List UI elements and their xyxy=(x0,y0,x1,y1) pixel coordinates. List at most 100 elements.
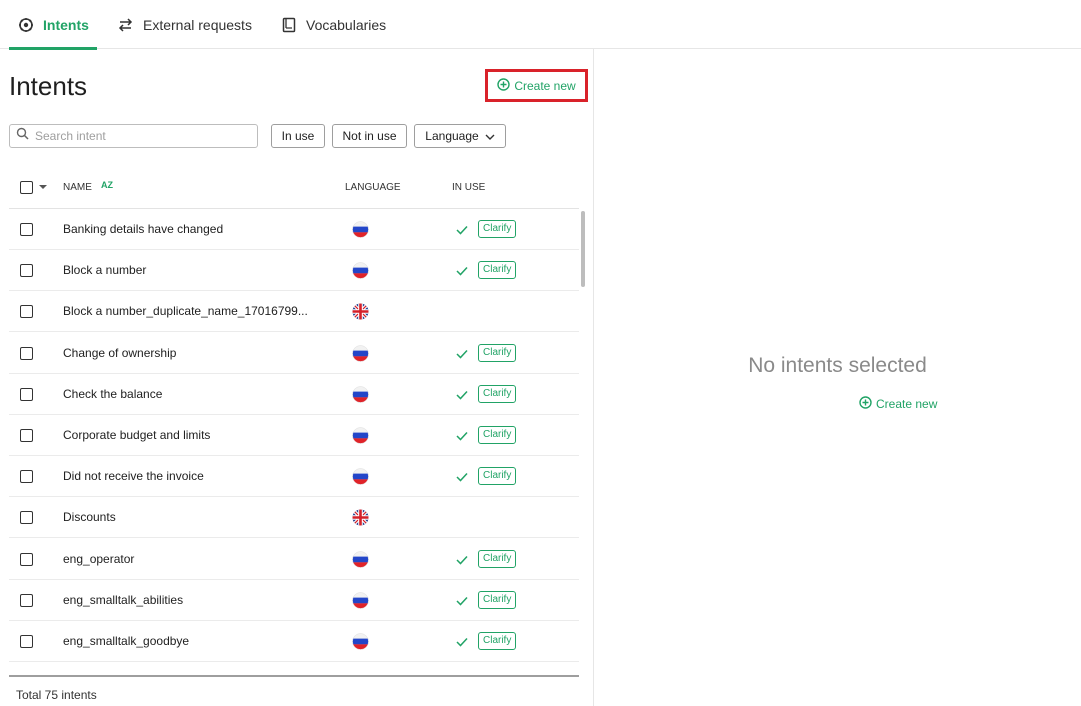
checkmark-icon xyxy=(456,387,468,405)
intent-name: Corporate budget and limits xyxy=(63,428,211,442)
intent-name: Check the balance xyxy=(63,386,163,401)
language-dropdown[interactable]: Language xyxy=(414,124,506,148)
clarify-badge: Clarify xyxy=(478,590,517,609)
table-row[interactable]: Check the balance Clarify xyxy=(9,374,579,415)
brain-gear-icon xyxy=(18,17,34,33)
tab-intents-label: Intents xyxy=(43,16,89,33)
intent-name: eng_smalltalk_abilities xyxy=(63,592,184,607)
top-tab-bar: Intents External requests Vocabularies xyxy=(0,0,1081,50)
sort-az-icon[interactable]: AZ xyxy=(101,180,113,190)
list-scrollbar[interactable] xyxy=(581,211,585,626)
row-checkbox[interactable] xyxy=(20,593,33,607)
russian-flag-icon xyxy=(352,592,369,614)
checkmark-icon xyxy=(456,469,468,487)
search-input[interactable] xyxy=(35,129,245,143)
checkmark-icon xyxy=(456,346,468,364)
row-checkbox[interactable] xyxy=(20,387,33,401)
scrollbar-thumb[interactable] xyxy=(581,211,585,287)
row-checkbox[interactable] xyxy=(20,635,33,648)
row-checkbox[interactable] xyxy=(20,552,33,566)
russian-flag-icon xyxy=(352,427,369,449)
table-row[interactable]: Discounts xyxy=(9,497,579,539)
table-header: NAME AZ LANGUAGE IN USE xyxy=(9,167,579,209)
intent-name: eng_operator xyxy=(63,551,135,566)
russian-flag-icon xyxy=(352,468,369,490)
select-all-checkbox[interactable] xyxy=(20,181,33,194)
russian-flag-icon xyxy=(352,221,369,243)
row-checkbox[interactable] xyxy=(20,346,33,360)
clarify-badge: Clarify xyxy=(478,343,517,362)
table-row[interactable]: Block a number_duplicate_name_17016799..… xyxy=(9,291,579,333)
clarify-badge: Clarify xyxy=(478,467,517,486)
empty-state-message: No intents selected xyxy=(748,354,927,377)
empty-state-create-new-label: Create new xyxy=(876,397,938,411)
checkmark-icon xyxy=(456,634,468,652)
clarify-badge: Clarify xyxy=(478,384,517,403)
clarify-badge: Clarify xyxy=(478,220,517,238)
page-title: Intents xyxy=(9,71,88,101)
russian-flag-icon xyxy=(352,633,369,655)
row-checkbox[interactable] xyxy=(20,223,33,236)
table-row[interactable]: Corporate budget and limits Clarify xyxy=(9,415,579,456)
checkmark-icon xyxy=(456,428,468,446)
row-checkbox[interactable] xyxy=(20,429,33,442)
table-row[interactable]: Block a number Clarify xyxy=(9,250,579,292)
intent-name: Did not receive the invoice xyxy=(63,469,204,484)
tab-vocabularies[interactable]: Vocabularies xyxy=(281,0,386,49)
intent-name: Block a number xyxy=(63,263,147,278)
column-header-name[interactable]: NAME xyxy=(63,182,92,193)
row-checkbox[interactable] xyxy=(20,264,33,278)
search-box xyxy=(9,124,258,148)
filter-in-use-button[interactable]: In use xyxy=(271,124,325,148)
row-checkbox[interactable] xyxy=(20,511,33,525)
table-row[interactable]: eng_smalltalk_abilities Clarify xyxy=(9,580,579,621)
select-menu-caret-icon[interactable] xyxy=(39,185,47,189)
table-row[interactable]: eng_operator Clarify xyxy=(9,539,579,580)
uk-flag-icon xyxy=(352,509,369,531)
russian-flag-icon xyxy=(352,386,369,408)
checkmark-icon xyxy=(456,552,468,570)
russian-flag-icon xyxy=(352,344,369,367)
clarify-badge: Clarify xyxy=(478,632,517,650)
tab-intents[interactable]: Intents xyxy=(9,0,97,50)
table-row[interactable]: Did not receive the invoice Clarify xyxy=(9,456,579,498)
row-checkbox[interactable] xyxy=(20,470,33,484)
row-checkbox[interactable] xyxy=(20,305,33,319)
intent-name: Block a number_duplicate_name_17016799..… xyxy=(63,304,308,319)
checkmark-icon xyxy=(456,263,468,281)
swap-arrows-icon xyxy=(117,17,134,33)
table-row[interactable]: eng_smalltalk_goodbye Clarify xyxy=(9,621,579,662)
empty-state-create-new-button[interactable]: Create new xyxy=(859,396,937,412)
intent-name: Discounts xyxy=(63,510,116,525)
clarify-badge: Clarify xyxy=(478,426,517,444)
column-header-in-use: IN USE xyxy=(452,182,486,193)
create-new-label: Create new xyxy=(514,78,576,93)
total-count: Total 75 intents xyxy=(16,688,97,702)
intent-name: Banking details have changed xyxy=(63,222,224,236)
checkmark-icon xyxy=(456,222,468,240)
book-icon xyxy=(281,17,297,33)
list-bottom-divider xyxy=(9,675,579,677)
tab-external-requests[interactable]: External requests xyxy=(117,0,252,49)
intent-name: eng_smalltalk_goodbye xyxy=(63,634,190,648)
intent-table-body: Banking details have changed Clarify Block… xyxy=(9,209,579,675)
russian-flag-icon xyxy=(352,550,369,573)
uk-flag-icon xyxy=(352,303,369,325)
russian-flag-icon xyxy=(352,262,369,284)
table-row[interactable]: Change of ownership Clarify xyxy=(9,333,579,374)
clarify-badge: Clarify xyxy=(478,261,517,280)
clarify-badge: Clarify xyxy=(478,549,517,568)
search-icon xyxy=(16,127,29,145)
filter-not-in-use-button[interactable]: Not in use xyxy=(332,124,407,148)
checkmark-icon xyxy=(456,593,468,611)
plus-circle-icon xyxy=(497,77,511,94)
table-row[interactable]: Banking details have changed Clarify xyxy=(9,209,579,250)
intent-name: Change of ownership xyxy=(63,345,177,360)
language-dropdown-label: Language xyxy=(425,129,479,143)
column-header-language: LANGUAGE xyxy=(345,182,401,193)
plus-circle-icon xyxy=(859,396,872,412)
chevron-down-icon xyxy=(485,129,495,143)
tab-vocabularies-label: Vocabularies xyxy=(306,16,387,33)
intents-list-panel: Intents Create new In use Not in use Lan… xyxy=(0,49,594,706)
create-new-button[interactable]: Create new xyxy=(485,69,588,102)
